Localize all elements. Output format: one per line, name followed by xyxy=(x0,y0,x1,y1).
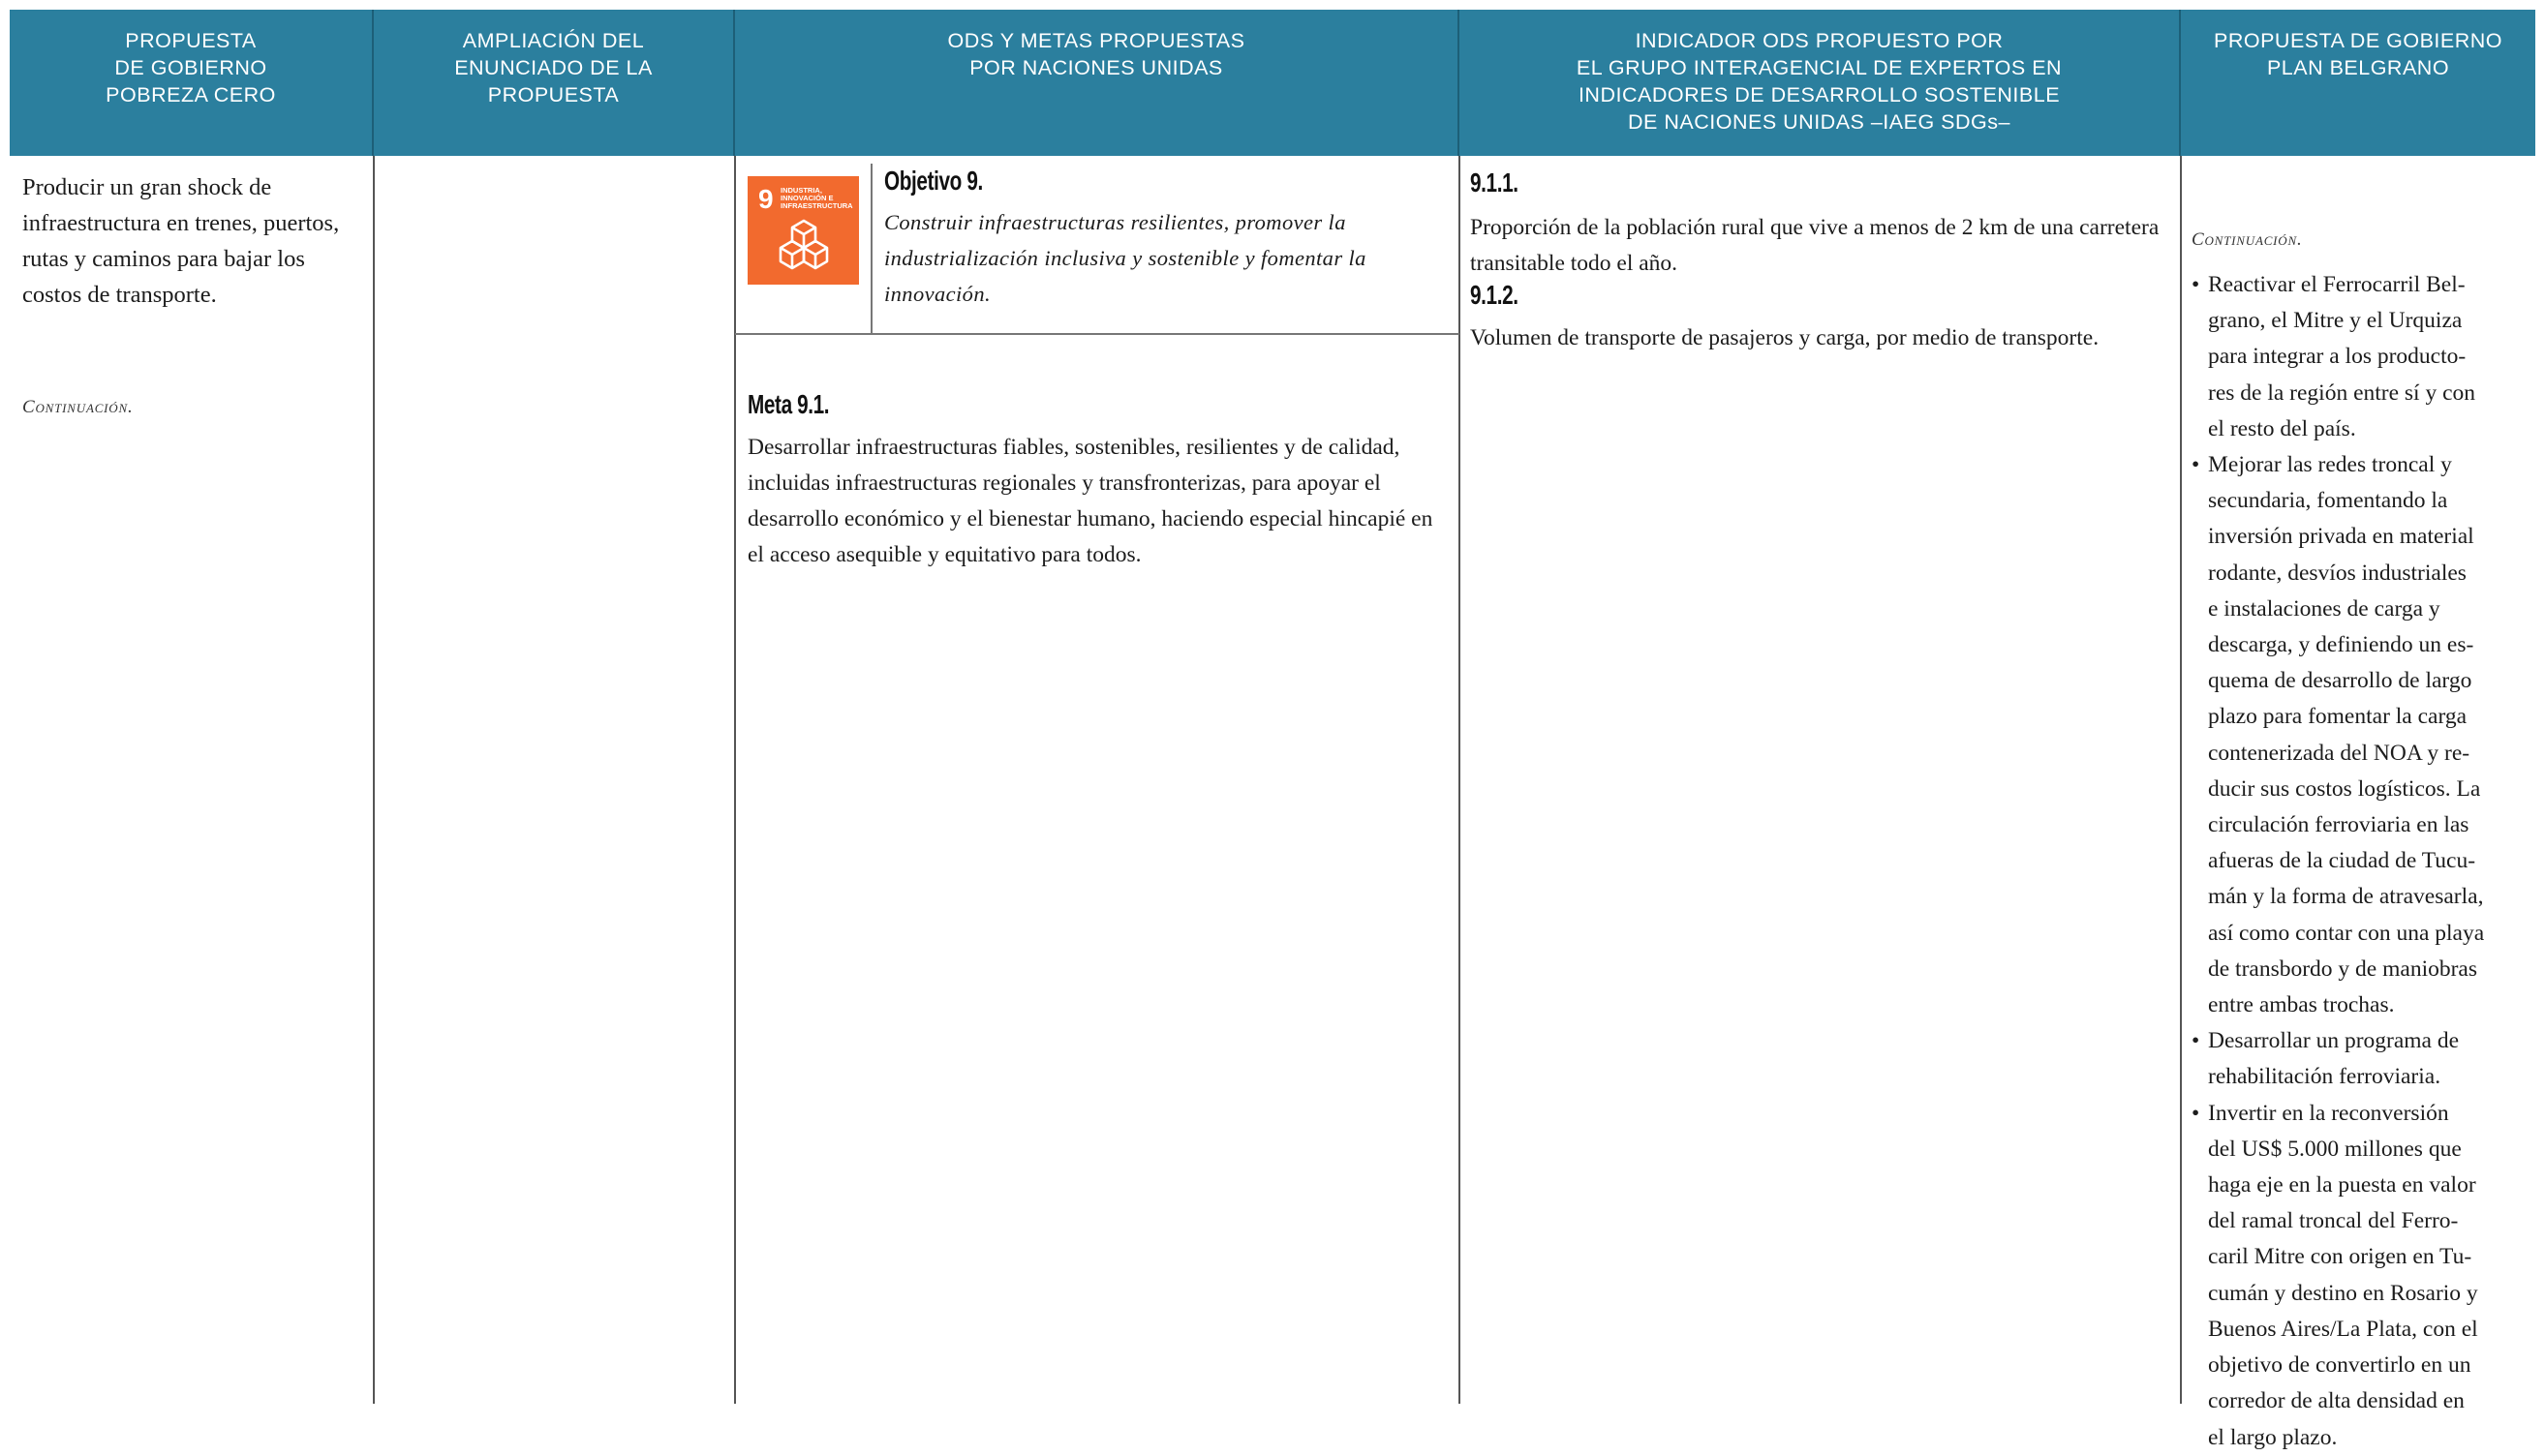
list-line: Mejorar las redes troncal y xyxy=(2208,452,2452,478)
meta-text: Desarrollar infraestructuras fiables, so… xyxy=(748,435,1433,567)
plan-belgrano-list: Reactivar el Ferrocarril Bel- grano, el … xyxy=(2190,267,2536,1456)
column-divider xyxy=(734,156,736,1404)
list-line: e instalaciones de carga y xyxy=(2208,595,2440,622)
table-body: Producir un gran shock de infraestructur… xyxy=(10,156,2535,1450)
list-line: contenerizada del NOA y re- xyxy=(2208,740,2470,766)
indicator-code: 9.1.1. xyxy=(1470,167,1518,197)
list-line: rehabilitación ferroviaria. xyxy=(2208,1064,2441,1090)
list-line: cumán y destino en Rosario y xyxy=(2208,1280,2478,1306)
list-line: Reactivar el Ferrocarril Bel- xyxy=(2208,272,2466,297)
sdg-caption: Industria, innovación e infraestructura xyxy=(781,186,853,210)
sdg-9-icon: 9 Industria, innovación e infraestructur… xyxy=(748,176,859,285)
table-header: PROPUESTA DE GOBIERNO POBREZA CERO AMPLI… xyxy=(10,10,2535,156)
column-divider xyxy=(1458,156,1460,1404)
list-line: haga eje en la puesta en valor xyxy=(2208,1172,2476,1198)
indicator-text: Proporción de la población rural que viv… xyxy=(1470,215,2160,276)
list-line: Buenos Aires/La Plata, con el xyxy=(2208,1316,2478,1342)
header-line: PROPUESTA xyxy=(125,29,257,52)
column-divider xyxy=(2180,156,2182,1404)
document-page: PROPUESTA DE GOBIERNO POBREZA CERO AMPLI… xyxy=(10,10,2535,1450)
header-line: INDICADOR ODS PROPUESTO POR xyxy=(1635,29,2004,52)
header-line: INDICADORES DE DESARROLLO SOSTENIBLE xyxy=(1578,83,2061,106)
indicator-text: Volumen de transporte de pasajeros y car… xyxy=(1470,325,2100,350)
list-line: ducir sus costos logísticos. La xyxy=(2208,775,2481,802)
header-line: ENUNCIADO DE LA xyxy=(454,56,653,79)
header-ods-metas: ODS Y METAS PROPUESTAS POR NACIONES UNID… xyxy=(735,10,1459,156)
list-line: corredor de alta densidad en xyxy=(2208,1388,2465,1414)
cubes-icon xyxy=(779,219,829,270)
column-divider xyxy=(373,156,375,1404)
list-line: circulación ferroviaria en las xyxy=(2208,812,2469,838)
list-item: Desarrollar un programa de rehabilitació… xyxy=(2190,1023,2536,1095)
list-line: del US$ 5.000 millones que xyxy=(2208,1136,2462,1162)
list-line: para integrar a los producto- xyxy=(2208,344,2467,370)
header-line: ODS Y METAS PROPUESTAS xyxy=(947,29,1245,52)
list-line: secundaria, fomentando la xyxy=(2208,488,2448,514)
header-plan-belgrano: PROPUESTA DE GOBIERNO PLAN BELGRANO xyxy=(2181,10,2535,156)
list-line: de transbordo y de maniobras xyxy=(2208,956,2478,982)
list-item: Reactivar el Ferrocarril Bel- grano, el … xyxy=(2190,267,2536,447)
list-item: Mejorar las redes troncal y secundaria, … xyxy=(2190,447,2536,1023)
list-line: mán y la forma de atravesarla, xyxy=(2208,884,2484,910)
propuesta-text: Producir un gran shock de infraestructur… xyxy=(22,174,340,308)
header-indicador-ods: INDICADOR ODS PROPUESTO POR EL GRUPO INT… xyxy=(1459,10,2181,156)
list-line: Invertir en la reconversión xyxy=(2208,1100,2449,1126)
list-line: caril Mitre con origen en Tu- xyxy=(2208,1244,2472,1270)
list-line: rodante, desvíos industriales xyxy=(2208,560,2467,586)
header-line: DE NACIONES UNIDAS –IAEG SDGs– xyxy=(1628,110,2010,134)
list-line: el resto del país. xyxy=(2208,415,2356,441)
list-line: afueras de la ciudad de Tucu- xyxy=(2208,848,2476,874)
sdg-number: 9 xyxy=(758,184,774,214)
indicator-code: 9.1.2. xyxy=(1470,280,1518,310)
header-line: PLAN BELGRANO xyxy=(2266,56,2450,79)
header-ampliacion: AMPLIACIÓN DEL ENUNCIADO DE LA PROPUESTA xyxy=(374,10,735,156)
objective-divider xyxy=(871,164,873,333)
list-line: descarga, y definiendo un es- xyxy=(2208,632,2474,658)
list-line: del ramal troncal del Ferro- xyxy=(2208,1208,2459,1234)
list-line: quema de desarrollo de largo xyxy=(2208,668,2472,694)
objective-title: Objetivo 9. xyxy=(884,166,983,196)
header-line: PROPUESTA xyxy=(487,83,620,106)
list-line: Desarrollar un programa de xyxy=(2208,1028,2460,1054)
list-line: plazo para fomentar la carga xyxy=(2208,704,2468,730)
list-line: inversión privada en material xyxy=(2208,524,2474,550)
list-line: objetivo de convertirlo en un xyxy=(2208,1352,2471,1379)
list-item: Invertir en la reconversión del US$ 5.00… xyxy=(2190,1096,2536,1456)
list-line: el largo plazo. xyxy=(2208,1424,2338,1450)
continuation-label: Continuación. xyxy=(22,397,134,417)
header-line: POR NACIONES UNIDAS xyxy=(969,56,1223,79)
list-line: así como contar con una playa xyxy=(2208,920,2485,946)
header-line: AMPLIACIÓN DEL xyxy=(462,29,645,52)
continuation-label: Continuación. xyxy=(2192,229,2303,250)
objective-text: Construir infraestructuras resilientes, … xyxy=(884,210,1366,306)
list-line: res de la región entre sí y con xyxy=(2208,379,2476,406)
header-line: EL GRUPO INTERAGENCIAL DE EXPERTOS EN xyxy=(1576,56,2063,79)
objective-separator xyxy=(735,333,1459,335)
list-line: grano, el Mitre y el Urquiza xyxy=(2208,308,2463,334)
list-line: entre ambas trochas. xyxy=(2208,992,2395,1018)
header-line: POBREZA CERO xyxy=(106,83,276,106)
header-propuesta-pobreza-cero: PROPUESTA DE GOBIERNO POBREZA CERO xyxy=(10,10,374,156)
header-line: DE GOBIERNO xyxy=(114,56,267,79)
header-line: PROPUESTA DE GOBIERNO xyxy=(2213,29,2503,52)
